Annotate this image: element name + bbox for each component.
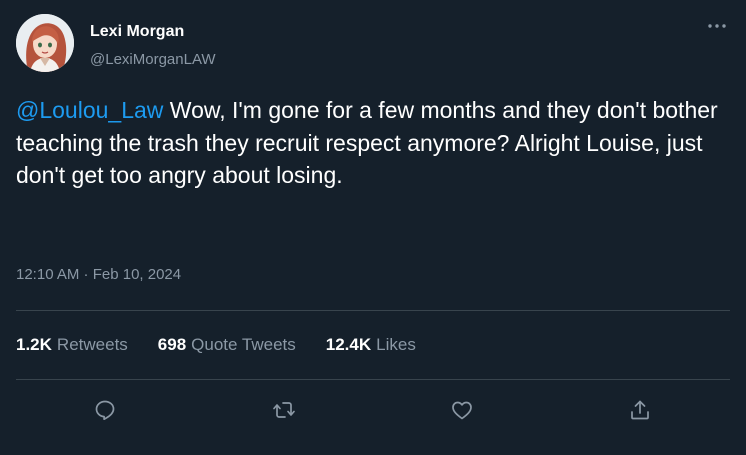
avatar-image [16, 14, 74, 72]
quote-tweets-label: Quote Tweets [191, 335, 296, 354]
likes-count: 12.4K [325, 335, 372, 354]
author-name[interactable]: Lexi Morgan [90, 22, 184, 42]
more-horizontal-icon [708, 24, 726, 28]
quote-tweets-count: 698 [157, 335, 187, 354]
tweet-text: @Loulou_Law Wow, I'm gone for a few mont… [16, 94, 732, 192]
author-handle[interactable]: @LexiMorganLAW [90, 50, 216, 70]
retweets-label: Retweets [56, 335, 128, 354]
divider [16, 379, 730, 380]
divider [16, 310, 730, 311]
retweets-stat[interactable]: 1.2K Retweets [16, 335, 128, 355]
share-icon [631, 400, 649, 420]
like-button[interactable] [446, 394, 478, 426]
more-options-button[interactable] [700, 14, 734, 38]
mention-link[interactable]: @Loulou_Law [16, 97, 163, 123]
tweet-actions [0, 394, 746, 426]
retweets-count: 1.2K [16, 335, 52, 354]
retweet-button[interactable] [268, 394, 300, 426]
quote-tweets-stat[interactable]: 698 Quote Tweets [158, 335, 296, 355]
share-button[interactable] [624, 394, 656, 426]
likes-stat[interactable]: 12.4K Likes [326, 335, 416, 355]
tweet-stats: 1.2K Retweets 698 Quote Tweets 12.4K Lik… [16, 335, 446, 355]
reply-icon [95, 400, 115, 421]
tweet-card: Lexi Morgan @LexiMorganLAW @Loulou_Law W… [0, 0, 746, 455]
avatar[interactable] [16, 14, 74, 72]
retweet-icon [273, 402, 295, 418]
likes-label: Likes [376, 335, 416, 354]
heart-icon [452, 401, 472, 420]
reply-button[interactable] [89, 394, 121, 426]
tweet-timestamp[interactable]: 12:10 AM · Feb 10, 2024 [16, 265, 181, 285]
